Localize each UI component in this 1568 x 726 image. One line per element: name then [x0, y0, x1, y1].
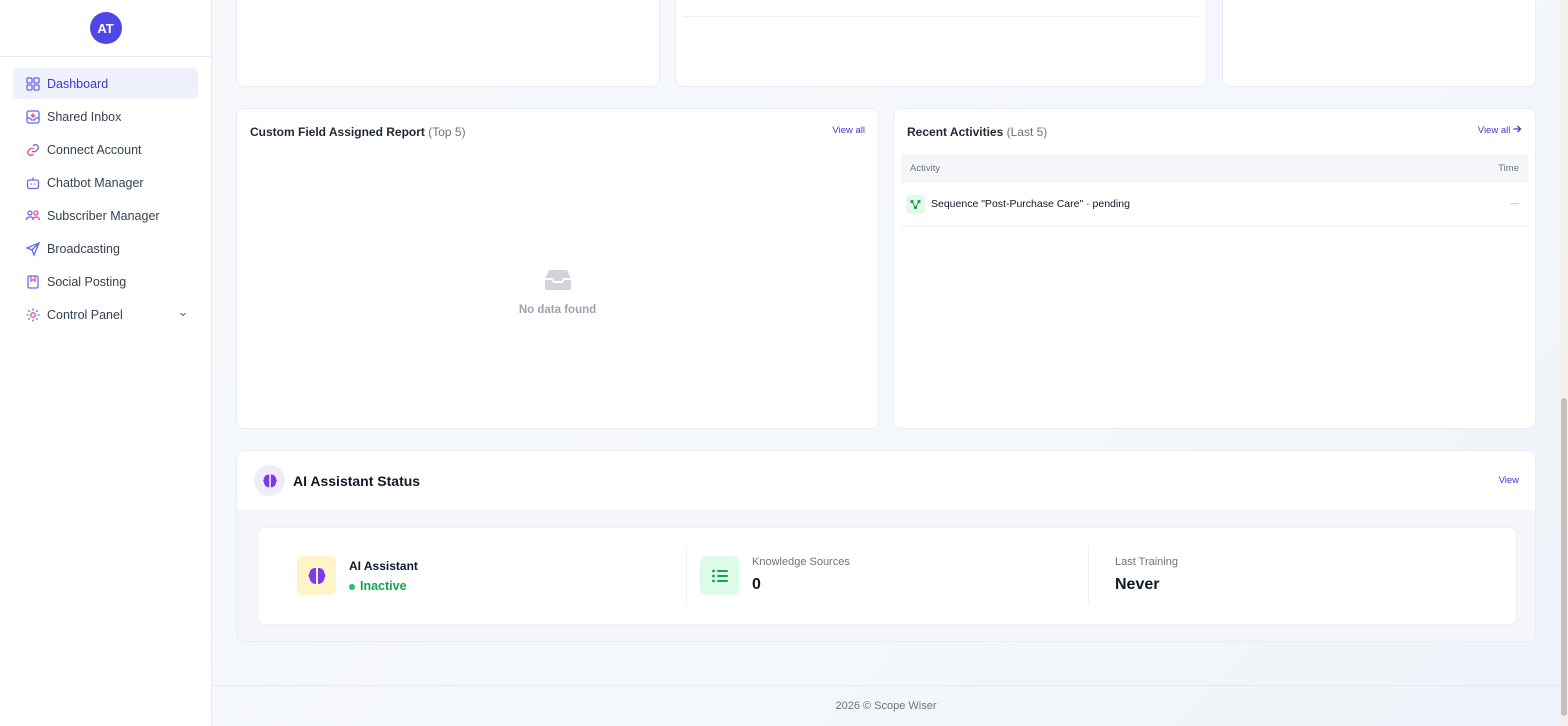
bookmark-icon: [25, 274, 41, 290]
card-title-text: Custom Field Assigned Report: [250, 125, 425, 139]
arrow-right-icon: [1513, 125, 1522, 136]
knowledge-sources-label: Knowledge Sources: [752, 556, 850, 568]
vertical-scrollbar[interactable]: [1560, 0, 1568, 726]
list-icon: [700, 556, 739, 595]
sidebar-header: AT: [0, 0, 211, 57]
sidebar-item-connect-account[interactable]: Connect Account: [13, 134, 198, 165]
divider: [1088, 545, 1089, 605]
activity-time: —: [1510, 198, 1519, 208]
sidebar-item-subscriber-manager[interactable]: Subscriber Manager: [13, 200, 198, 231]
card-title-text: Recent Activities: [907, 125, 1004, 139]
main-content: Custom Field Assigned Report (Top 5) Vie…: [212, 0, 1560, 726]
stat-card-partial: [1222, 0, 1536, 87]
view-all-label: View all: [1477, 125, 1511, 136]
gear-icon: [25, 307, 41, 323]
last-training-value: Never: [1115, 576, 1160, 593]
sidebar: AT Dashboard Shared Inbox Connect Accoun…: [0, 0, 212, 726]
link-icon: [25, 142, 41, 158]
ai-assistant-label: AI Assistant: [349, 559, 418, 573]
sidebar-item-label: Subscriber Manager: [47, 208, 160, 223]
bot-icon: [25, 175, 41, 191]
ai-status-panel: AI Assistant Inactive Knowledge Sources …: [257, 527, 1517, 625]
sidebar-item-control-panel[interactable]: Control Panel: [13, 299, 198, 330]
view-all-link[interactable]: View all: [1478, 125, 1522, 136]
ai-assistant-status: Inactive: [360, 579, 407, 593]
card-subtitle: (Top 5): [428, 125, 466, 139]
divider: [686, 545, 687, 605]
users-icon: [25, 208, 41, 224]
table-row[interactable]: Sequence "Post-Purchase Care" · pending …: [901, 183, 1528, 227]
empty-text: No data found: [518, 304, 597, 316]
column-header-time: Time: [1498, 163, 1519, 174]
stat-card-partial: [675, 0, 1207, 87]
chevron-down-icon[interactable]: [177, 308, 189, 320]
footer: 2026 © Scope Wiser: [212, 685, 1560, 726]
ai-status-header: AI Assistant Status View: [237, 451, 1535, 510]
scrollbar-thumb[interactable]: [1561, 398, 1567, 716]
last-training-stat: Last Training Never: [1115, 546, 1495, 606]
table-header: Activity Time: [901, 154, 1528, 183]
inbox-empty-icon: [544, 269, 572, 296]
brain-icon: [297, 556, 336, 595]
view-all-link[interactable]: View all: [832, 125, 865, 136]
sidebar-item-label: Connect Account: [47, 142, 142, 157]
last-training-label: Last Training: [1115, 556, 1178, 568]
ai-status-view-link[interactable]: View: [1499, 475, 1519, 486]
dashboard-grid-icon: [25, 76, 41, 92]
status-dot-icon: [349, 584, 355, 590]
activity-text: Sequence "Post-Purchase Care" · pending: [931, 198, 1130, 210]
recent-activities-card: Recent Activities (Last 5) View all Acti…: [893, 108, 1536, 429]
sidebar-nav: Dashboard Shared Inbox Connect Account C…: [0, 57, 211, 330]
inbox-icon: [25, 109, 41, 125]
card-title: Recent Activities (Last 5): [907, 125, 1047, 139]
avatar[interactable]: AT: [89, 12, 122, 44]
sidebar-item-label: Broadcasting: [47, 241, 120, 256]
custom-field-report-card: Custom Field Assigned Report (Top 5) Vie…: [236, 108, 879, 429]
card-subtitle: (Last 5): [1006, 125, 1048, 139]
knowledge-sources-stat: Knowledge Sources 0: [700, 546, 1080, 606]
sidebar-item-shared-inbox[interactable]: Shared Inbox: [13, 101, 198, 132]
sidebar-item-label: Social Posting: [47, 274, 127, 289]
empty-state: No data found: [237, 269, 878, 316]
sidebar-item-label: Control Panel: [47, 307, 123, 322]
sequence-icon: [906, 195, 925, 214]
send-icon: [25, 241, 41, 257]
divider: [683, 16, 1199, 17]
sidebar-item-dashboard[interactable]: Dashboard: [13, 68, 198, 99]
ai-status-title: AI Assistant Status: [293, 473, 421, 489]
sidebar-item-chatbot-manager[interactable]: Chatbot Manager: [13, 167, 198, 198]
sidebar-item-broadcasting[interactable]: Broadcasting: [13, 233, 198, 264]
card-title: Custom Field Assigned Report (Top 5): [250, 125, 466, 139]
brain-icon: [254, 465, 285, 496]
knowledge-sources-value: 0: [752, 576, 761, 593]
sidebar-item-label: Chatbot Manager: [47, 175, 144, 190]
stat-card-partial: [236, 0, 660, 87]
sidebar-item-label: Shared Inbox: [47, 109, 122, 124]
ai-assistant-stat: AI Assistant Inactive: [297, 546, 677, 606]
sidebar-item-label: Dashboard: [47, 76, 109, 91]
sidebar-item-social-posting[interactable]: Social Posting: [13, 266, 198, 297]
column-header-activity: Activity: [910, 163, 941, 174]
ai-assistant-status-card: AI Assistant Status View AI Assistant In…: [236, 450, 1536, 642]
